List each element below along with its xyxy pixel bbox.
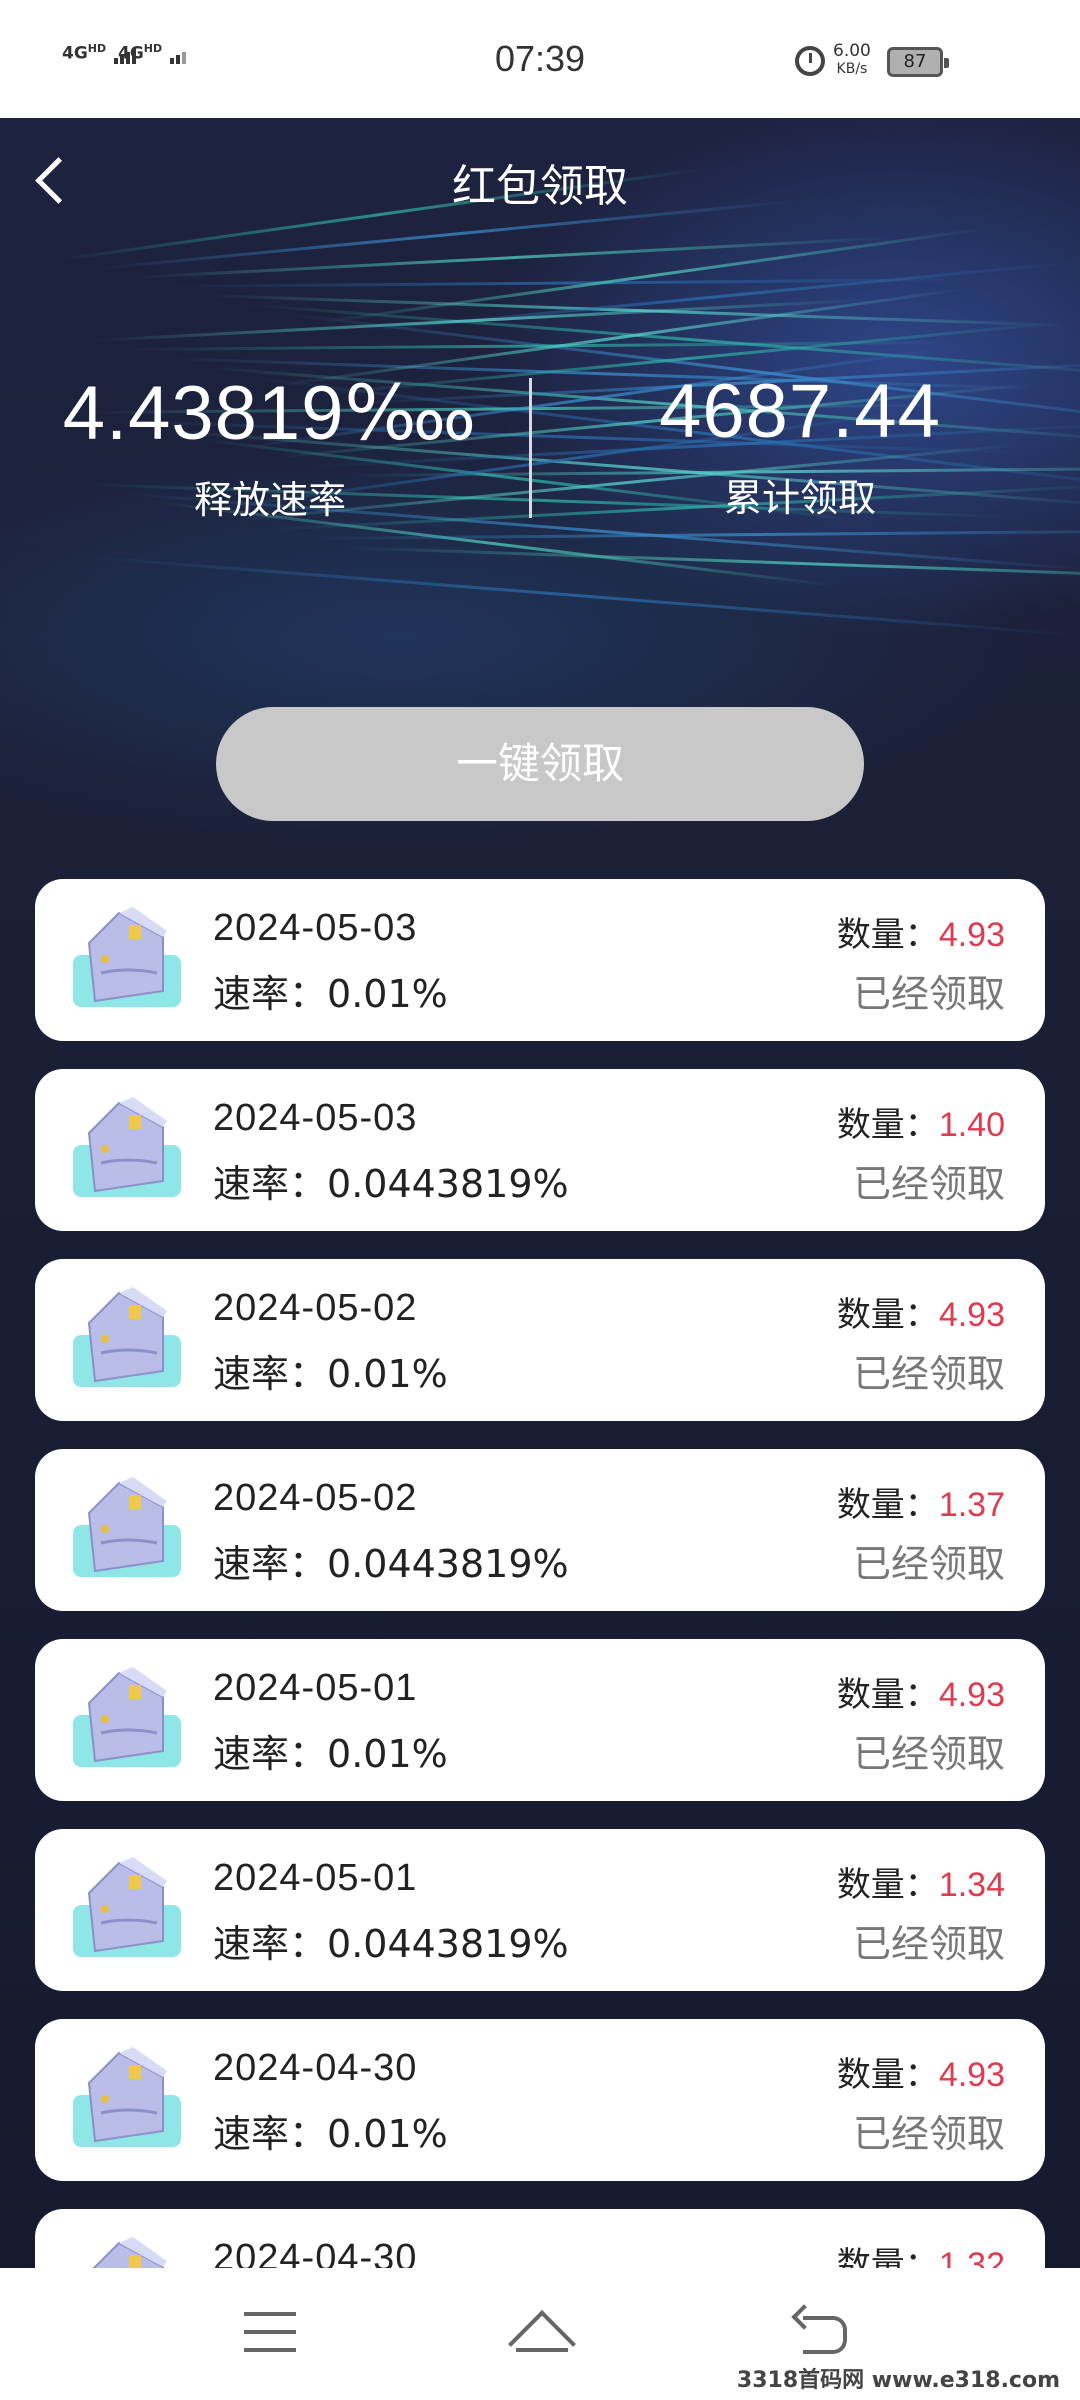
- wallet-icon: [73, 907, 181, 1007]
- wallet-icon: [73, 1097, 181, 1197]
- wallet-icon: [73, 1477, 181, 1577]
- record-date: 2024-05-02: [213, 1477, 418, 1519]
- menu-icon[interactable]: [232, 2298, 312, 2368]
- record-date: 2024-05-03: [213, 1097, 418, 1139]
- record-rate: 速率：0.0443819%: [213, 1542, 569, 1586]
- watermark: 3318首码网 www.e318.com: [736, 2368, 1060, 2393]
- claim-all-button[interactable]: 一键领取: [216, 707, 864, 821]
- record-quantity: 数量：4.93: [836, 1675, 1005, 1715]
- wallet-icon: [73, 1667, 181, 1767]
- record-date: 2024-05-02: [213, 1287, 418, 1329]
- record-status: 已经领取: [852, 1922, 1005, 1966]
- release-rate-label: 释放速率: [193, 478, 346, 522]
- total-claimed-label: 累计领取: [723, 476, 876, 520]
- record-quantity: 数量：4.93: [836, 2055, 1005, 2095]
- record-card: 2024-05-02 速率：0.0443819% 数量：1.37 已经领取: [35, 1449, 1045, 1611]
- record-rate: 速率：0.01%: [213, 1732, 448, 1776]
- total-claimed-value: 4687.44: [659, 369, 941, 454]
- battery-icon: 87: [887, 47, 949, 77]
- record-card: 2024-05-03 速率：0.0443819% 数量：1.40 已经领取: [35, 1069, 1045, 1231]
- record-status: 已经领取: [852, 1162, 1005, 1206]
- wallet-icon: [73, 2047, 181, 2147]
- record-status: 已经领取: [852, 972, 1005, 1016]
- record-status: 已经领取: [852, 2112, 1005, 2156]
- release-rate-value: 4.43819‱: [62, 371, 478, 456]
- record-quantity: 数量：1.34: [836, 1865, 1005, 1905]
- record-rate: 速率：0.0443819%: [213, 1162, 569, 1206]
- record-status: 已经领取: [852, 1732, 1005, 1776]
- return-icon[interactable]: [785, 2298, 865, 2368]
- record-rate: 速率：0.0443819%: [213, 1922, 569, 1966]
- alarm-icon: [795, 46, 825, 76]
- record-quantity: 数量：1.37: [836, 1485, 1005, 1525]
- light-streak: [343, 546, 1080, 583]
- record-date: 2024-05-03: [213, 907, 418, 949]
- record-rate: 速率：0.01%: [213, 972, 448, 1016]
- record-date: 2024-05-01: [213, 1857, 418, 1899]
- record-card: 2024-04-30 速率：0.01% 数量：4.93 已经领取: [35, 2019, 1045, 2181]
- page-title: 红包领取: [452, 161, 628, 212]
- record-card: 2024-05-03 速率：0.01% 数量：4.93 已经领取: [35, 879, 1045, 1041]
- record-quantity: 数量：4.93: [836, 915, 1005, 955]
- wallet-icon: [73, 1287, 181, 1387]
- record-date: 2024-05-01: [213, 1667, 418, 1709]
- record-card: 2024-05-01 速率：0.01% 数量：4.93 已经领取: [35, 1639, 1045, 1801]
- home-icon[interactable]: [502, 2298, 582, 2368]
- record-quantity: 数量：1.40: [836, 1105, 1005, 1145]
- record-card: 2024-05-02 速率：0.01% 数量：4.93 已经领取: [35, 1259, 1045, 1421]
- bottom-nav: 3318首码网 www.e318.com: [0, 2268, 1080, 2400]
- network-speed: 6.00 KB/s: [833, 41, 871, 77]
- record-status: 已经领取: [852, 1352, 1005, 1396]
- record-date: 2024-04-30: [213, 2047, 418, 2089]
- wallet-icon: [73, 1857, 181, 1957]
- record-rate: 速率：0.01%: [213, 1352, 448, 1396]
- record-card: 2024-05-01 速率：0.0443819% 数量：1.34 已经领取: [35, 1829, 1045, 1991]
- record-quantity: 数量：4.93: [836, 1295, 1005, 1335]
- record-status: 已经领取: [852, 1542, 1005, 1586]
- release-rate-stat: 4.43819‱ 释放速率: [0, 368, 540, 524]
- total-claimed-stat: 4687.44 累计领取: [530, 368, 1070, 522]
- record-rate: 速率：0.01%: [213, 2112, 448, 2156]
- status-bar: 4GHD 4GHD 07:39 6.00 KB/s 87: [0, 0, 1080, 118]
